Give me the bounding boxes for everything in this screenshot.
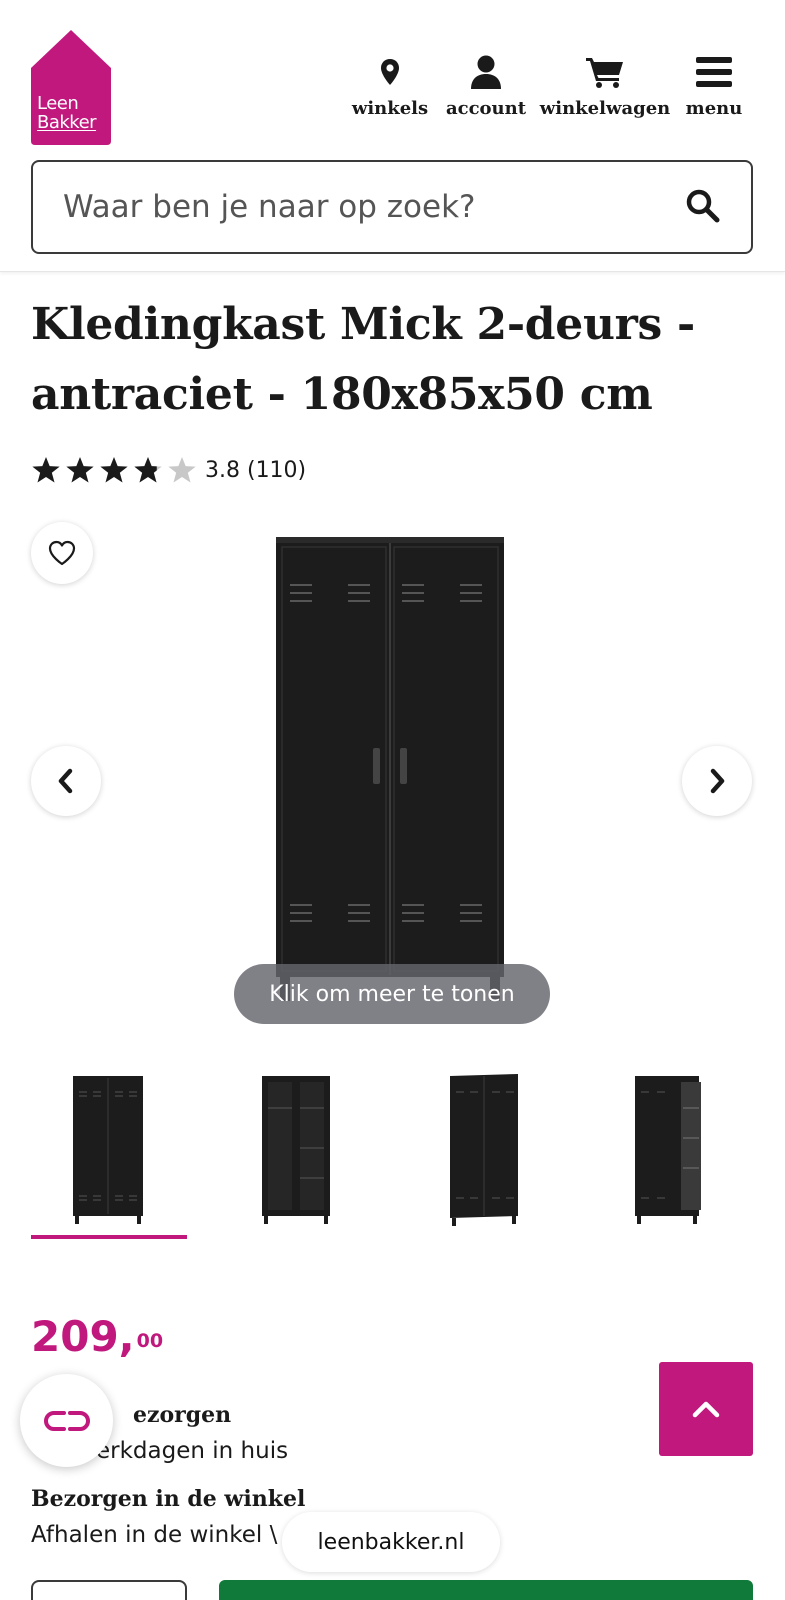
compare-bubble-button[interactable]: [20, 1374, 113, 1467]
thumbnail-2[interactable]: [218, 1068, 374, 1238]
delivery-store-subtitle: Afhalen in de winkel \: [31, 1522, 278, 1548]
nav-menu[interactable]: menu: [682, 52, 746, 119]
favorite-button[interactable]: [31, 522, 93, 584]
product-title: Kledingkast Mick 2-deurs - antraciet - 1…: [31, 299, 695, 420]
nav-account-label: account: [445, 98, 527, 119]
product-main-image[interactable]: [270, 535, 510, 1025]
rating-stars: [31, 456, 197, 484]
thumbnail-4[interactable]: [593, 1068, 749, 1238]
add-to-cart-button[interactable]: [219, 1580, 753, 1600]
star-empty-icon: [168, 456, 196, 483]
star-full-icon: [32, 456, 60, 483]
hamburger-menu-icon: [696, 57, 732, 87]
thumbnail-image-open: [262, 1076, 330, 1224]
browser-url-bar[interactable]: leenbakker.nl: [282, 1512, 500, 1572]
star-partial-icon: [134, 456, 162, 483]
nav-account[interactable]: account: [442, 52, 530, 119]
nav-winkels-label: winkels: [351, 98, 429, 119]
price-cents: 00: [136, 1330, 164, 1352]
heart-icon: [48, 540, 76, 566]
show-more-button[interactable]: Klik om meer te tonen: [234, 964, 550, 1024]
rating-text: 3.8 (110): [205, 457, 307, 483]
thumbnail-1[interactable]: [31, 1068, 187, 1238]
thumbnail-3[interactable]: [406, 1068, 562, 1238]
gallery-prev-button[interactable]: [31, 746, 101, 816]
thumbnail-image-angle: [450, 1074, 518, 1226]
search-bar: [31, 160, 753, 254]
thumbnail-image-half-open: [635, 1076, 701, 1224]
leen-bakker-logo[interactable]: Leen Bakker: [31, 30, 111, 145]
chevron-up-icon: [692, 1401, 720, 1418]
product-rating[interactable]: 3.8 (110): [31, 452, 306, 488]
user-icon: [471, 55, 501, 89]
price-whole: 209,: [31, 1312, 135, 1361]
gallery-next-button[interactable]: [682, 746, 752, 816]
shopping-cart-icon: [586, 58, 623, 88]
chevron-right-icon: [710, 768, 725, 794]
search-input[interactable]: [63, 182, 663, 232]
star-full-icon: [66, 456, 94, 483]
chevron-left-icon: [58, 768, 73, 794]
site-header: Leen Bakker winkels account winkelwagen …: [0, 0, 785, 272]
quantity-selector[interactable]: [31, 1580, 187, 1600]
link-rings-icon: [43, 1410, 90, 1431]
map-pin-icon: [381, 59, 399, 85]
logo-line-2: Bakker: [37, 112, 97, 133]
search-button[interactable]: [685, 188, 725, 228]
back-to-top-button[interactable]: [659, 1362, 753, 1456]
thumbnail-image-closed: [73, 1076, 143, 1224]
star-full-icon: [100, 456, 128, 483]
delivery-home-title: ezorgen: [133, 1402, 232, 1428]
search-icon: [686, 189, 720, 223]
nav-winkelwagen-label: winkelwagen: [539, 98, 671, 119]
delivery-store-title: Bezorgen in de winkel: [31, 1486, 306, 1512]
delivery-home-subtitle: erkdagen in huis: [96, 1438, 289, 1464]
nav-winkels[interactable]: winkels: [350, 52, 430, 119]
thumbnail-selected-indicator: [31, 1235, 187, 1239]
nav-menu-label: menu: [685, 98, 743, 119]
wardrobe-image: [276, 537, 504, 1001]
logo-line-1: Leen: [37, 93, 79, 114]
nav-winkelwagen[interactable]: winkelwagen: [538, 52, 672, 119]
product-price: 209, 00: [31, 1312, 163, 1362]
